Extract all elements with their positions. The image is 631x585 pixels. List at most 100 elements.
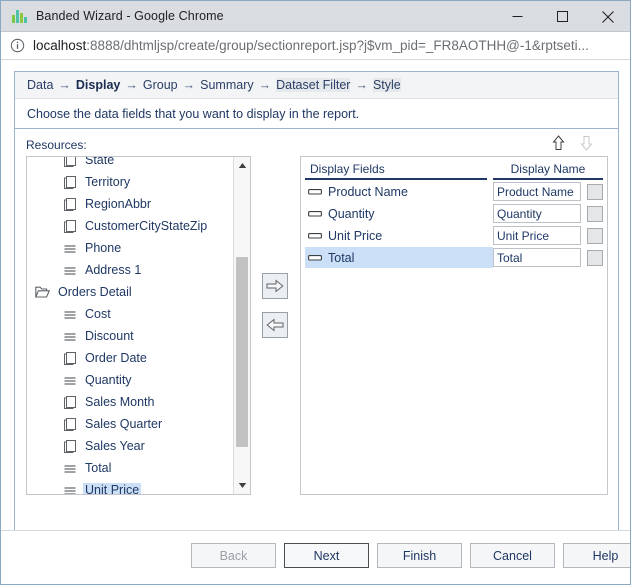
tree-item[interactable]: Cost <box>27 303 233 325</box>
field-options-button[interactable] <box>587 227 603 244</box>
display-field-row[interactable]: Quantity <box>305 203 603 224</box>
text-field-icon <box>64 266 76 275</box>
bar-chart-icon <box>11 8 27 24</box>
address-bar[interactable]: localhost:8888/dhtmljsp/create/group/sec… <box>1 32 630 60</box>
step-arrow-icon: → <box>258 78 272 92</box>
tree-item[interactable]: Phone <box>27 237 233 259</box>
minimize-button[interactable] <box>495 1 540 32</box>
display-fields-panel[interactable]: Display Fields Display Name Product Name… <box>300 156 608 495</box>
display-name-input[interactable] <box>493 204 581 223</box>
tree-item-label: Quantity <box>85 372 132 387</box>
string-field-icon <box>64 395 76 409</box>
tree-item[interactable]: Quantity <box>27 369 233 391</box>
display-name-input[interactable] <box>493 226 581 245</box>
add-field-button[interactable] <box>262 273 288 299</box>
display-field-name[interactable]: Unit Price <box>305 225 493 246</box>
tree-item[interactable]: Sales Year <box>27 435 233 457</box>
tree-item[interactable]: Discount <box>27 325 233 347</box>
tree-item[interactable]: CustomerCityStateZip <box>27 215 233 237</box>
url-text: localhost:8888/dhtmljsp/create/group/sec… <box>33 38 589 53</box>
header-display-name: Display Name <box>493 160 603 180</box>
finish-button[interactable]: Finish <box>377 543 462 568</box>
text-field-icon <box>64 332 76 341</box>
help-button[interactable]: Help <box>563 543 630 568</box>
text-field-icon <box>64 486 76 494</box>
back-button: Back <box>191 543 276 568</box>
tree-item-label: Cost <box>85 306 111 321</box>
scroll-down-button[interactable] <box>234 477 250 494</box>
step-arrow-icon: → <box>58 78 71 92</box>
page-body: Data → Display → Group → Summary → Dataset Filte… <box>1 61 630 584</box>
folder-open-icon <box>35 286 50 298</box>
dialog-content: Resources: State Territory RegionAbbr Cu… <box>15 129 618 569</box>
display-field-name[interactable]: Total <box>305 247 493 268</box>
tree-item-label: Sales Year <box>85 438 145 453</box>
scrollbar-thumb[interactable] <box>236 257 248 447</box>
tree-item-label: Sales Month <box>85 394 155 409</box>
tree-item[interactable]: RegionAbbr <box>27 193 233 215</box>
title-bar[interactable]: Banded Wizard - Google Chrome <box>1 1 630 32</box>
tree-item[interactable]: Unit Price <box>27 479 233 494</box>
display-field-icon <box>308 188 322 195</box>
display-field-row[interactable]: Product Name <box>305 181 603 202</box>
display-field-row[interactable]: Total <box>305 247 603 268</box>
string-field-icon <box>64 351 76 365</box>
field-options-button[interactable] <box>587 205 603 222</box>
resources-tree-panel[interactable]: State Territory RegionAbbr CustomerCityStat… <box>26 156 251 495</box>
remove-field-button[interactable] <box>262 312 288 338</box>
wizard-step-style[interactable]: Style <box>372 78 401 92</box>
url-path: :8888/dhtmljsp/create/group/sectionrepor… <box>86 38 589 53</box>
tree-item[interactable]: Orders Detail <box>27 281 233 303</box>
display-field-name[interactable]: Product Name <box>305 181 493 202</box>
move-down-icon[interactable] <box>578 134 594 152</box>
tree-item-label: CustomerCityStateZip <box>85 218 208 233</box>
wizard-step-group[interactable]: Group <box>143 78 178 92</box>
display-field-label: Quantity <box>328 206 375 221</box>
step-arrow-icon: → <box>355 78 368 92</box>
display-name-input[interactable] <box>493 182 581 201</box>
info-circle-icon[interactable] <box>10 38 25 53</box>
field-options-button[interactable] <box>587 183 603 200</box>
tree-item[interactable]: Sales Month <box>27 391 233 413</box>
banded-wizard-dialog: Data → Display → Group → Summary → Dataset Filte… <box>14 71 619 571</box>
display-field-label: Total <box>328 250 355 265</box>
close-button[interactable] <box>585 1 630 32</box>
tree-item-label: Sales Quarter <box>85 416 163 431</box>
wizard-step-summary[interactable]: Summary <box>200 78 253 92</box>
tree-item-label: RegionAbbr <box>85 196 152 211</box>
tree-item[interactable]: Order Date <box>27 347 233 369</box>
tree-item[interactable]: Sales Quarter <box>27 413 233 435</box>
next-button[interactable]: Next <box>284 543 369 568</box>
tree-item-label: Unit Price <box>83 482 142 494</box>
tree-item-label: Address 1 <box>85 262 142 277</box>
resources-label: Resources: <box>26 138 87 152</box>
tree-item[interactable]: Address 1 <box>27 259 233 281</box>
tree-item[interactable]: Territory <box>27 171 233 193</box>
string-field-icon <box>64 197 76 211</box>
resources-tree[interactable]: State Territory RegionAbbr CustomerCityStat… <box>27 157 233 494</box>
wizard-step-display[interactable]: Display <box>76 78 120 92</box>
cancel-button[interactable]: Cancel <box>470 543 555 568</box>
wizard-step-data[interactable]: Data <box>27 78 53 92</box>
tree-item[interactable]: State <box>27 157 233 171</box>
display-fields-list[interactable]: Product Name Quantity Unit Price Total <box>301 181 607 268</box>
display-field-row[interactable]: Unit Price <box>305 225 603 246</box>
instruction-text: Choose the data fields that you want to … <box>15 99 618 129</box>
tree-item[interactable]: Total <box>27 457 233 479</box>
maximize-button[interactable] <box>540 1 585 32</box>
header-display-fields: Display Fields <box>305 160 487 180</box>
display-name-input[interactable] <box>493 248 581 267</box>
move-up-icon[interactable] <box>550 134 566 152</box>
tree-item-label: Order Date <box>85 350 147 365</box>
string-field-icon <box>64 439 76 453</box>
string-field-icon <box>64 219 76 233</box>
string-field-icon <box>64 417 76 431</box>
display-field-name[interactable]: Quantity <box>305 203 493 224</box>
tree-scrollbar[interactable] <box>233 157 250 494</box>
text-field-icon <box>64 310 76 319</box>
wizard-step-dataset-filter[interactable]: Dataset Filter <box>276 78 351 92</box>
scroll-up-button[interactable] <box>234 157 250 174</box>
step-arrow-icon: → <box>125 78 138 92</box>
url-host: localhost <box>33 38 87 53</box>
field-options-button[interactable] <box>587 249 603 266</box>
